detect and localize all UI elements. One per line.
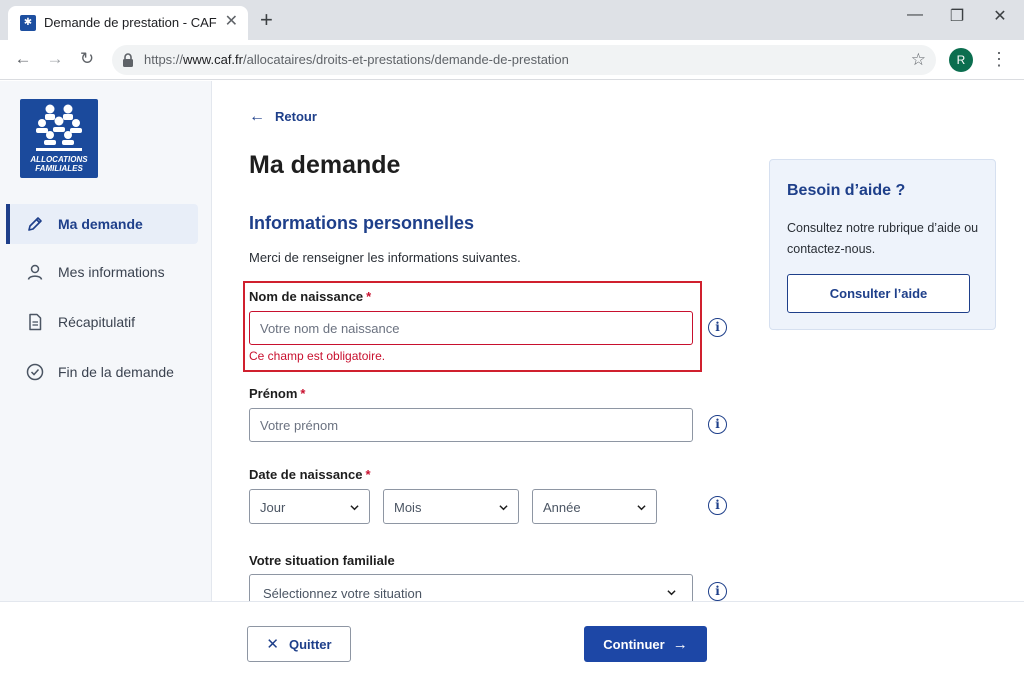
date-label: Date de naissance * xyxy=(249,467,371,482)
section-title: Informations personnelles xyxy=(249,213,475,233)
help-card: Besoin d’aide ? Consultez notre rubrique… xyxy=(769,159,996,330)
check-circle-icon xyxy=(26,363,44,381)
nom-label-text: Nom de naissance xyxy=(249,289,364,304)
help-title: Besoin d’aide ? xyxy=(787,182,906,199)
sidebar-item-fin-de-la-demande[interactable]: Fin de la demande xyxy=(8,352,198,392)
info-icon[interactable]: i xyxy=(708,318,727,337)
situation-label: Votre situation familiale xyxy=(249,553,395,568)
logo-line-2: FAMILIALES xyxy=(35,164,83,173)
sidebar-item-recapitulatif[interactable]: Récapitulatif xyxy=(8,302,198,342)
back-label: Retour xyxy=(275,109,317,124)
chevron-down-icon xyxy=(499,505,508,511)
minimize-icon[interactable]: — xyxy=(905,6,925,24)
document-icon xyxy=(29,313,42,331)
continue-button[interactable]: Continuer → xyxy=(584,626,707,662)
sidebar-item-label: Récapitulatif xyxy=(58,314,136,330)
tab-close-icon[interactable]: ✕ xyxy=(225,13,238,31)
restore-icon[interactable]: ❐ xyxy=(947,6,967,26)
year-select-value: Année xyxy=(543,500,581,515)
nom-error-message: Ce champ est obligatoire. xyxy=(249,349,386,363)
nom-label: Nom de naissance * xyxy=(249,289,371,304)
browser-tab-bar: ✱ Demande de prestation - CAF ✕ + — ❐ ✕ xyxy=(0,0,1024,40)
footer-bar: ✕ Quitter Continuer → xyxy=(0,601,1024,683)
required-marker: * xyxy=(366,289,372,304)
back-arrow-icon[interactable]: ← xyxy=(12,48,34,70)
chevron-down-icon xyxy=(667,590,676,596)
forward-arrow-icon[interactable]: → xyxy=(44,48,66,70)
chevron-down-icon xyxy=(637,505,646,511)
month-select[interactable]: Mois xyxy=(383,489,519,524)
quit-button[interactable]: ✕ Quitter xyxy=(247,626,351,662)
prenom-input[interactable] xyxy=(249,408,693,442)
caf-favicon-icon: ✱ xyxy=(20,15,36,31)
info-icon[interactable]: i xyxy=(708,496,727,515)
caf-logo[interactable]: ALLOCATIONS FAMILIALES xyxy=(20,99,98,178)
day-select-value: Jour xyxy=(260,500,286,515)
prenom-label-text: Prénom xyxy=(249,386,298,401)
year-select[interactable]: Année xyxy=(532,489,657,524)
page-title: Ma demande xyxy=(249,151,401,179)
nom-input[interactable] xyxy=(249,311,693,345)
url-text: https://www.caf.fr/allocataires/droits-e… xyxy=(144,52,569,67)
month-select-value: Mois xyxy=(394,500,422,515)
profile-avatar[interactable]: R xyxy=(949,48,973,72)
info-icon[interactable]: i xyxy=(708,582,727,601)
sidebar-item-label: Ma demande xyxy=(58,216,143,232)
url-scheme: https:// xyxy=(144,52,184,67)
family-logo-icon xyxy=(36,104,82,151)
url-host: www.caf.fr xyxy=(183,52,243,67)
browser-menu-icon[interactable]: ⋮ xyxy=(990,48,1008,70)
pencil-icon xyxy=(28,217,42,231)
lock-icon xyxy=(123,53,133,67)
logo-line-1: ALLOCATIONS xyxy=(30,155,88,164)
sidebar-item-label: Mes informations xyxy=(58,264,165,280)
user-icon xyxy=(27,264,43,280)
required-marker: * xyxy=(300,386,306,401)
help-text: Consultez notre rubrique d’aide ou conta… xyxy=(787,221,979,256)
sidebar-item-ma-demande[interactable]: Ma demande xyxy=(6,204,198,244)
required-marker: * xyxy=(365,467,371,482)
back-arrow-icon: ← xyxy=(249,108,265,125)
browser-toolbar: ← → ↻ https://www.caf.fr/allocataires/dr… xyxy=(0,40,1024,80)
quit-label: Quitter xyxy=(288,637,332,652)
chevron-down-icon xyxy=(350,505,359,511)
close-icon: ✕ xyxy=(266,636,279,653)
back-link[interactable]: ← Retour xyxy=(249,108,317,126)
sidebar-item-label: Fin de la demande xyxy=(58,364,174,380)
prenom-label: Prénom * xyxy=(249,386,305,401)
continue-label: Continuer xyxy=(603,636,665,652)
sidebar-item-mes-informations[interactable]: Mes informations xyxy=(8,252,198,292)
consult-help-button[interactable]: Consulter l’aide xyxy=(787,274,970,313)
info-icon[interactable]: i xyxy=(708,415,727,434)
day-select[interactable]: Jour xyxy=(249,489,370,524)
window-close-icon[interactable]: ✕ xyxy=(990,6,1010,26)
new-tab-icon[interactable]: + xyxy=(260,9,273,31)
sidebar: ALLOCATIONS FAMILIALES Ma demande Mes in… xyxy=(0,81,212,601)
situation-select-value: Sélectionnez votre situation xyxy=(263,586,422,601)
url-path: /allocataires/droits-et-prestations/dema… xyxy=(243,52,569,67)
reload-icon[interactable]: ↻ xyxy=(76,48,98,70)
tab-title: Demande de prestation - CAF xyxy=(44,15,217,30)
intro-text: Merci de renseigner les informations sui… xyxy=(249,250,521,265)
arrow-right-icon: → xyxy=(672,635,688,653)
bookmark-star-icon[interactable]: ☆ xyxy=(911,50,926,70)
date-label-text: Date de naissance xyxy=(249,467,363,482)
address-bar[interactable]: https://www.caf.fr/allocataires/droits-e… xyxy=(112,45,936,75)
browser-tab[interactable]: ✱ Demande de prestation - CAF ✕ xyxy=(8,6,248,40)
